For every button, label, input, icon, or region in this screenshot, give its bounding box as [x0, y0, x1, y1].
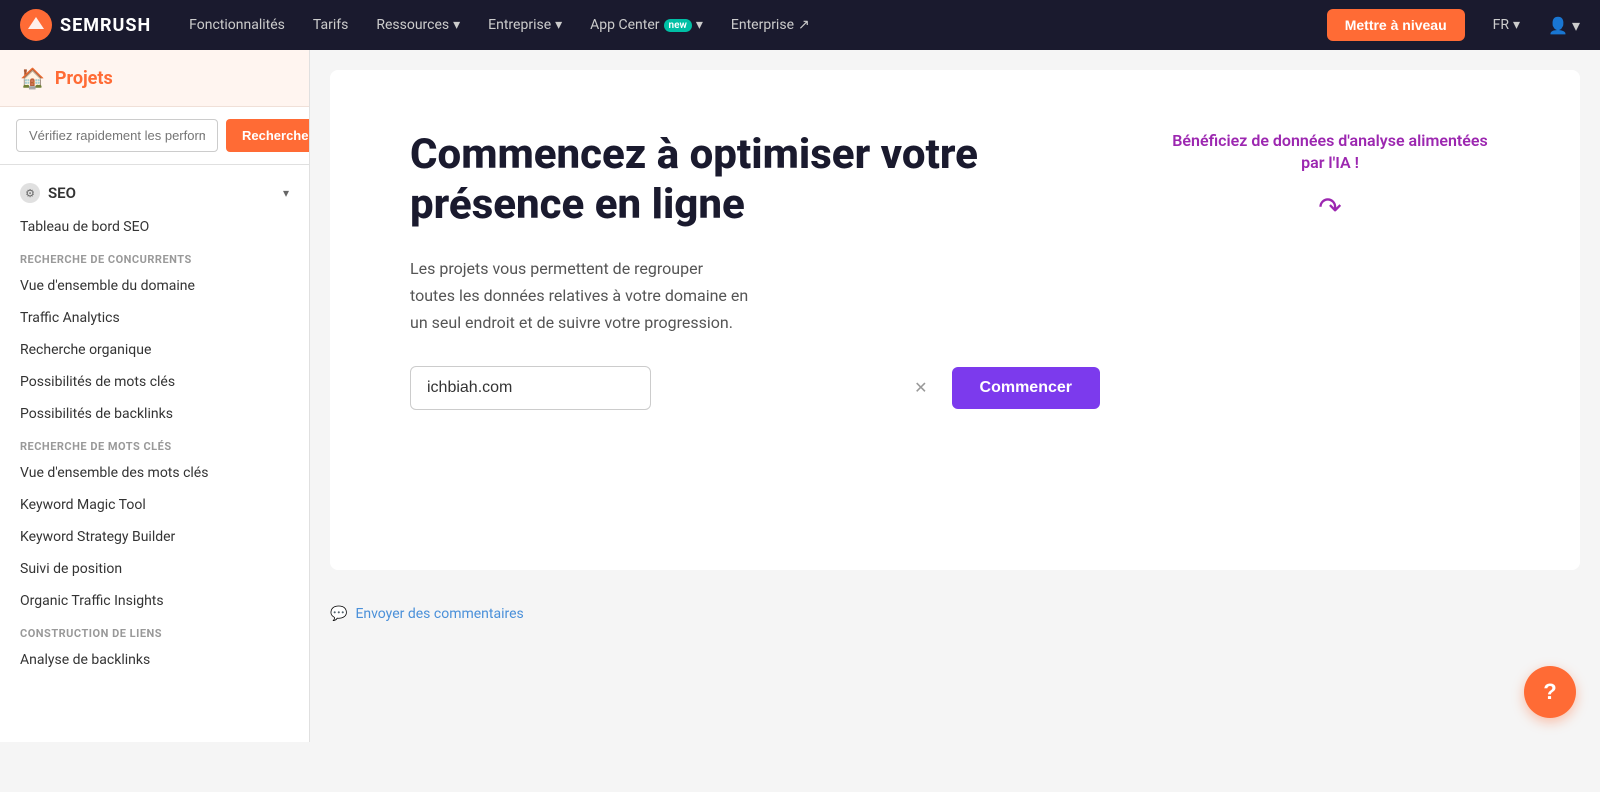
logo-text: SEMRUSH — [60, 15, 151, 36]
sidebar-item-tableau-de-bord[interactable]: Tableau de bord SEO — [0, 211, 309, 243]
hero-right: Bénéficiez de données d'analyse alimenté… — [1160, 130, 1500, 224]
hero-description: Les projets vous permettent de regrouper… — [410, 255, 750, 337]
user-menu[interactable]: 👤 ▾ — [1548, 16, 1580, 35]
hero-section: Commencez à optimiser votre présence en … — [410, 130, 1500, 410]
hero-left: Commencez à optimiser votre présence en … — [410, 130, 1100, 410]
sidebar-item-keyword-magic-tool[interactable]: Keyword Magic Tool — [0, 489, 309, 521]
category-construction-liens: CONSTRUCTION DE LIENS — [0, 617, 309, 644]
domain-input-row: ✕ Commencer — [410, 366, 1100, 410]
sidebar-item-possibilites-backlinks[interactable]: Possibilités de backlinks — [0, 398, 309, 430]
language-selector[interactable]: FR ▾ — [1493, 17, 1520, 33]
domain-input[interactable] — [410, 366, 651, 410]
sidebar-item-keyword-strategy-builder[interactable]: Keyword Strategy Builder — [0, 521, 309, 553]
sidebar-item-vue-ensemble-domaine[interactable]: Vue d'ensemble du domaine — [0, 270, 309, 302]
top-navigation: SEMRUSH Fonctionnalités Tarifs Ressource… — [0, 0, 1600, 50]
seo-chevron-icon: ▾ — [283, 186, 289, 200]
help-button[interactable]: ? — [1524, 666, 1576, 718]
sidebar-item-suivi-position[interactable]: Suivi de position — [0, 553, 309, 585]
category-recherche-concurrents: RECHERCHE DE CONCURRENTS — [0, 243, 309, 270]
new-badge: new — [664, 19, 692, 32]
seo-title-row: ⚙ SEO — [20, 183, 76, 203]
chevron-down-icon: ▾ — [555, 17, 562, 33]
feedback-text: Envoyer des commentaires — [355, 606, 523, 622]
start-button[interactable]: Commencer — [952, 367, 1100, 409]
hero-title: Commencez à optimiser votre présence en … — [410, 130, 1100, 231]
nav-entreprise[interactable]: Entreprise ▾ — [488, 17, 562, 33]
category-recherche-mots-cles: RECHERCHE DE MOTS CLÉS — [0, 430, 309, 457]
domain-clear-button[interactable]: ✕ — [914, 378, 927, 398]
domain-input-wrapper: ✕ — [410, 366, 940, 410]
chevron-down-icon: ▾ — [453, 17, 460, 33]
sidebar: 🏠 Projets Recherche ⚙ SEO ▾ Tableau de b… — [0, 50, 310, 742]
ai-badge: Bénéficiez de données d'analyse alimenté… — [1160, 130, 1500, 175]
sidebar-header[interactable]: 🏠 Projets — [0, 50, 309, 107]
seo-section-header[interactable]: ⚙ SEO ▾ — [0, 169, 309, 211]
nav-app-center[interactable]: App Center new ▾ — [590, 17, 703, 33]
logo[interactable]: SEMRUSH — [20, 9, 151, 41]
upgrade-button[interactable]: Mettre à niveau — [1327, 9, 1465, 41]
seo-icon: ⚙ — [20, 183, 40, 203]
content-card: Commencez à optimiser votre présence en … — [330, 70, 1580, 570]
seo-section: ⚙ SEO ▾ Tableau de bord SEO RECHERCHE DE… — [0, 165, 309, 680]
seo-label: SEO — [48, 184, 76, 202]
sidebar-item-possibilites-mots-cles[interactable]: Possibilités de mots clés — [0, 366, 309, 398]
chevron-down-icon: ▾ — [1572, 16, 1580, 35]
sidebar-item-recherche-organique[interactable]: Recherche organique — [0, 334, 309, 366]
sidebar-item-organic-traffic-insights[interactable]: Organic Traffic Insights — [0, 585, 309, 617]
external-link-icon: ↗ — [798, 17, 810, 33]
nav-enterprise[interactable]: Enterprise ↗ — [731, 17, 810, 33]
search-bar-area: Recherche — [0, 107, 309, 165]
user-icon: 👤 — [1548, 16, 1568, 35]
search-button[interactable]: Recherche — [226, 119, 310, 152]
sidebar-item-analyse-backlinks[interactable]: Analyse de backlinks — [0, 644, 309, 676]
sidebar-item-vue-ensemble-mots-cles[interactable]: Vue d'ensemble des mots clés — [0, 457, 309, 489]
nav-tarifs[interactable]: Tarifs — [313, 17, 348, 33]
main-content: Commencez à optimiser votre présence en … — [310, 50, 1600, 742]
sidebar-item-traffic-analytics[interactable]: Traffic Analytics — [0, 302, 309, 334]
chevron-down-icon: ▾ — [1513, 17, 1520, 33]
chat-icon: 💬 — [330, 606, 347, 622]
home-icon: 🏠 — [20, 66, 45, 90]
nav-ressources[interactable]: Ressources ▾ — [376, 17, 460, 33]
sidebar-title: Projets — [55, 68, 113, 89]
arrow-down-icon: ↷ — [1160, 191, 1500, 224]
nav-fonctionnalites[interactable]: Fonctionnalités — [189, 17, 285, 33]
domain-search-input[interactable] — [16, 119, 218, 152]
feedback-area[interactable]: 💬 Envoyer des commentaires — [310, 590, 1600, 638]
chevron-down-icon: ▾ — [696, 17, 703, 33]
page-layout: 🏠 Projets Recherche ⚙ SEO ▾ Tableau de b… — [0, 50, 1600, 742]
